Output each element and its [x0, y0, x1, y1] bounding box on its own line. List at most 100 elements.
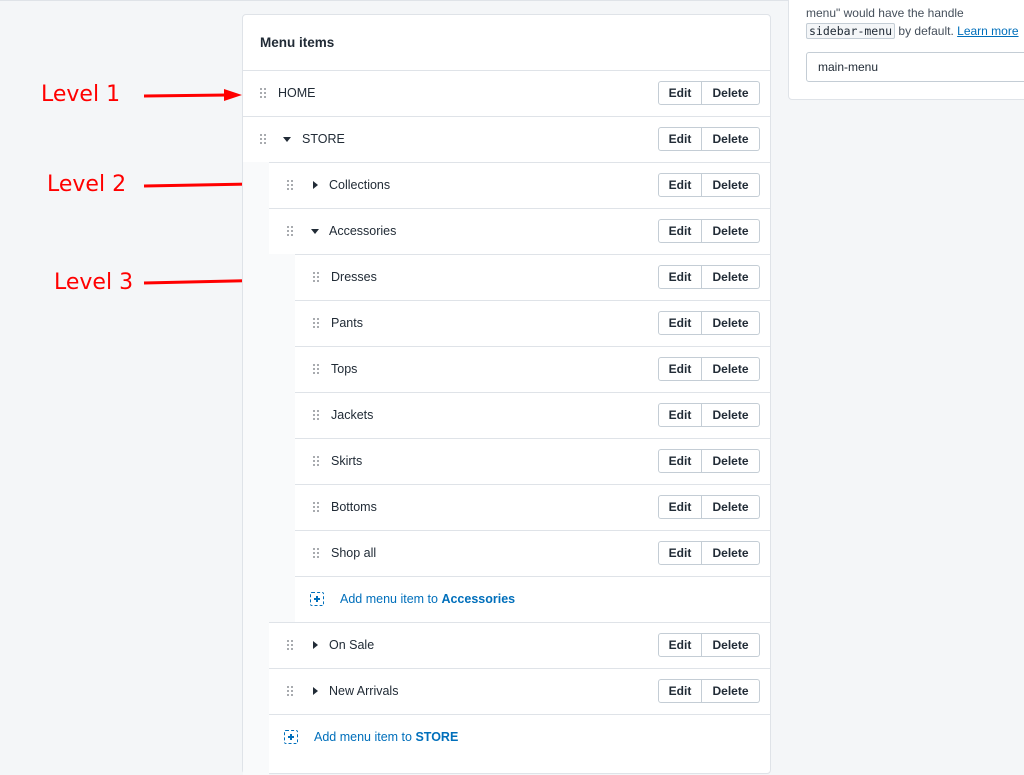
add-menu-item-accessories[interactable]: Add menu item to Accessories — [295, 576, 770, 622]
delete-button[interactable]: Delete — [702, 81, 760, 105]
drag-handle-icon[interactable] — [313, 456, 319, 466]
add-item-icon — [284, 730, 298, 744]
menu-item-accessories[interactable]: Accessories Edit Delete — [269, 208, 770, 254]
add-item-target: Accessories — [441, 592, 516, 606]
edit-button[interactable]: Edit — [658, 265, 702, 289]
drag-handle-icon[interactable] — [313, 502, 319, 512]
add-item-link[interactable]: Add menu item to STORE — [314, 730, 458, 744]
learn-more-link[interactable]: Learn more — [957, 24, 1018, 38]
edit-button[interactable]: Edit — [658, 449, 702, 473]
delete-button[interactable]: Delete — [702, 449, 760, 473]
edit-button[interactable]: Edit — [658, 541, 702, 565]
menu-item-home[interactable]: HOME Edit Delete — [243, 70, 770, 116]
menu-item-skirts[interactable]: Skirts Edit Delete — [295, 438, 770, 484]
drag-handle-icon[interactable] — [260, 88, 266, 98]
menu-item-label: Shop all — [331, 546, 377, 560]
edit-button[interactable]: Edit — [658, 219, 702, 243]
menu-item-label: New Arrivals — [329, 684, 399, 698]
drag-handle-icon[interactable] — [313, 318, 319, 328]
item-actions: Edit Delete — [658, 541, 760, 565]
menu-item-bottoms[interactable]: Bottoms Edit Delete — [295, 484, 770, 530]
delete-button[interactable]: Delete — [702, 173, 760, 197]
delete-button[interactable]: Delete — [702, 495, 760, 519]
menu-item-dresses[interactable]: Dresses Edit Delete — [295, 254, 770, 300]
drag-handle-icon[interactable] — [313, 548, 319, 558]
menu-item-label: Collections — [329, 178, 391, 192]
delete-button[interactable]: Delete — [702, 265, 760, 289]
menu-item-label: HOME — [278, 86, 316, 100]
handle-input[interactable] — [806, 52, 1024, 82]
item-actions: Edit Delete — [658, 679, 760, 703]
item-actions: Edit Delete — [658, 127, 760, 151]
add-item-link[interactable]: Add menu item to Accessories — [340, 592, 515, 606]
add-item-target: STORE — [415, 730, 459, 744]
menu-item-label: Dresses — [331, 270, 377, 284]
card-title: Menu items — [260, 35, 335, 50]
delete-button[interactable]: Delete — [702, 219, 760, 243]
add-item-prefix: Add menu item to — [314, 730, 416, 744]
delete-button[interactable]: Delete — [702, 357, 760, 381]
menu-item-jackets[interactable]: Jackets Edit Delete — [295, 392, 770, 438]
item-actions: Edit Delete — [658, 173, 760, 197]
menu-item-shop-all[interactable]: Shop all Edit Delete — [295, 530, 770, 576]
delete-button[interactable]: Delete — [702, 679, 760, 703]
level-3-indent — [269, 254, 295, 623]
delete-button[interactable]: Delete — [702, 541, 760, 565]
handle-code: sidebar-menu — [806, 23, 896, 39]
menu-item-label: Tops — [331, 362, 358, 376]
menu-item-pants[interactable]: Pants Edit Delete — [295, 300, 770, 346]
menu-item-store[interactable]: STORE Edit Delete — [243, 116, 770, 162]
menu-items-card: Menu items HOME Edit Delete STORE Edit D… — [242, 14, 771, 775]
item-actions: Edit Delete — [658, 495, 760, 519]
menu-item-collections[interactable]: Collections Edit Delete — [269, 162, 770, 208]
edit-button[interactable]: Edit — [658, 403, 702, 427]
item-actions: Edit Delete — [658, 449, 760, 473]
drag-handle-icon[interactable] — [313, 364, 319, 374]
edit-button[interactable]: Edit — [658, 173, 702, 197]
expand-caret-icon[interactable] — [313, 687, 318, 695]
edit-button[interactable]: Edit — [658, 495, 702, 519]
add-menu-item-store[interactable]: Add menu item to STORE — [269, 714, 770, 760]
delete-button[interactable]: Delete — [702, 633, 760, 657]
drag-handle-icon[interactable] — [287, 226, 293, 236]
handle-help-text: menu" would have the handle — [806, 6, 964, 20]
drag-handle-icon[interactable] — [260, 134, 266, 144]
by-default-text: by default. — [895, 24, 958, 38]
edit-button[interactable]: Edit — [658, 633, 702, 657]
collapse-caret-icon[interactable] — [283, 137, 291, 142]
drag-handle-icon[interactable] — [287, 180, 293, 190]
menu-item-label: Pants — [331, 316, 363, 330]
expand-caret-icon[interactable] — [313, 181, 318, 189]
drag-handle-icon[interactable] — [287, 640, 293, 650]
delete-button[interactable]: Delete — [702, 311, 760, 335]
item-actions: Edit Delete — [658, 311, 760, 335]
level-2-indent — [243, 162, 269, 775]
drag-handle-icon[interactable] — [287, 686, 293, 696]
menu-item-label: Bottoms — [331, 500, 377, 514]
item-actions: Edit Delete — [658, 219, 760, 243]
edit-button[interactable]: Edit — [658, 311, 702, 335]
handle-help-line: sidebar-menu by default. Learn more — [806, 23, 1019, 39]
delete-button[interactable]: Delete — [702, 127, 760, 151]
handle-panel: menu" would have the handle sidebar-menu… — [788, 0, 1024, 100]
menu-item-on-sale[interactable]: On Sale Edit Delete — [269, 622, 770, 668]
edit-button[interactable]: Edit — [658, 127, 702, 151]
item-actions: Edit Delete — [658, 357, 760, 381]
add-item-icon — [310, 592, 324, 606]
delete-button[interactable]: Delete — [702, 403, 760, 427]
menu-item-new-arrivals[interactable]: New Arrivals Edit Delete — [269, 668, 770, 714]
menu-item-label: Skirts — [331, 454, 363, 468]
edit-button[interactable]: Edit — [658, 679, 702, 703]
expand-caret-icon[interactable] — [313, 641, 318, 649]
drag-handle-icon[interactable] — [313, 272, 319, 282]
collapse-caret-icon[interactable] — [311, 229, 319, 234]
menu-item-label: STORE — [302, 132, 345, 146]
drag-handle-icon[interactable] — [313, 410, 319, 420]
edit-button[interactable]: Edit — [658, 81, 702, 105]
edit-button[interactable]: Edit — [658, 357, 702, 381]
level-1-arrow — [143, 89, 242, 101]
menu-item-tops[interactable]: Tops Edit Delete — [295, 346, 770, 392]
item-actions: Edit Delete — [658, 81, 760, 105]
menu-item-label: Accessories — [329, 224, 397, 238]
item-actions: Edit Delete — [658, 265, 760, 289]
